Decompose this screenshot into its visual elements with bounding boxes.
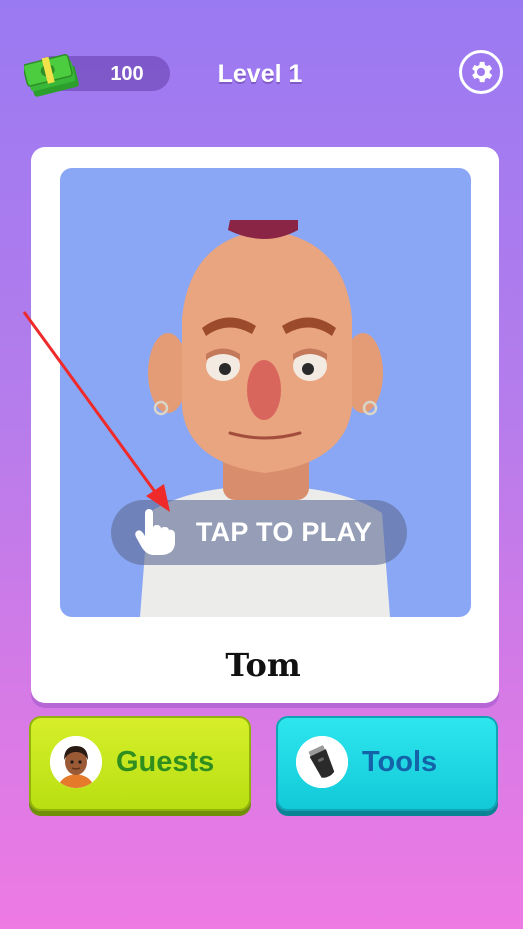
settings-button[interactable] [459, 50, 503, 94]
cash-stack-icon [24, 54, 79, 97]
guests-label: Guests [116, 746, 215, 778]
hair-clipper-icon [296, 736, 348, 788]
tap-to-play-label: TAP TO PLAY [195, 517, 373, 547]
gear-icon [472, 61, 493, 83]
pointing-hand-icon [135, 509, 175, 555]
guest-avatar-icon [50, 736, 102, 788]
character-name: Tom [225, 646, 301, 684]
tools-label: Tools [362, 746, 438, 778]
level-title: Level 1 [217, 60, 303, 88]
money-amount: 100 [110, 63, 144, 85]
